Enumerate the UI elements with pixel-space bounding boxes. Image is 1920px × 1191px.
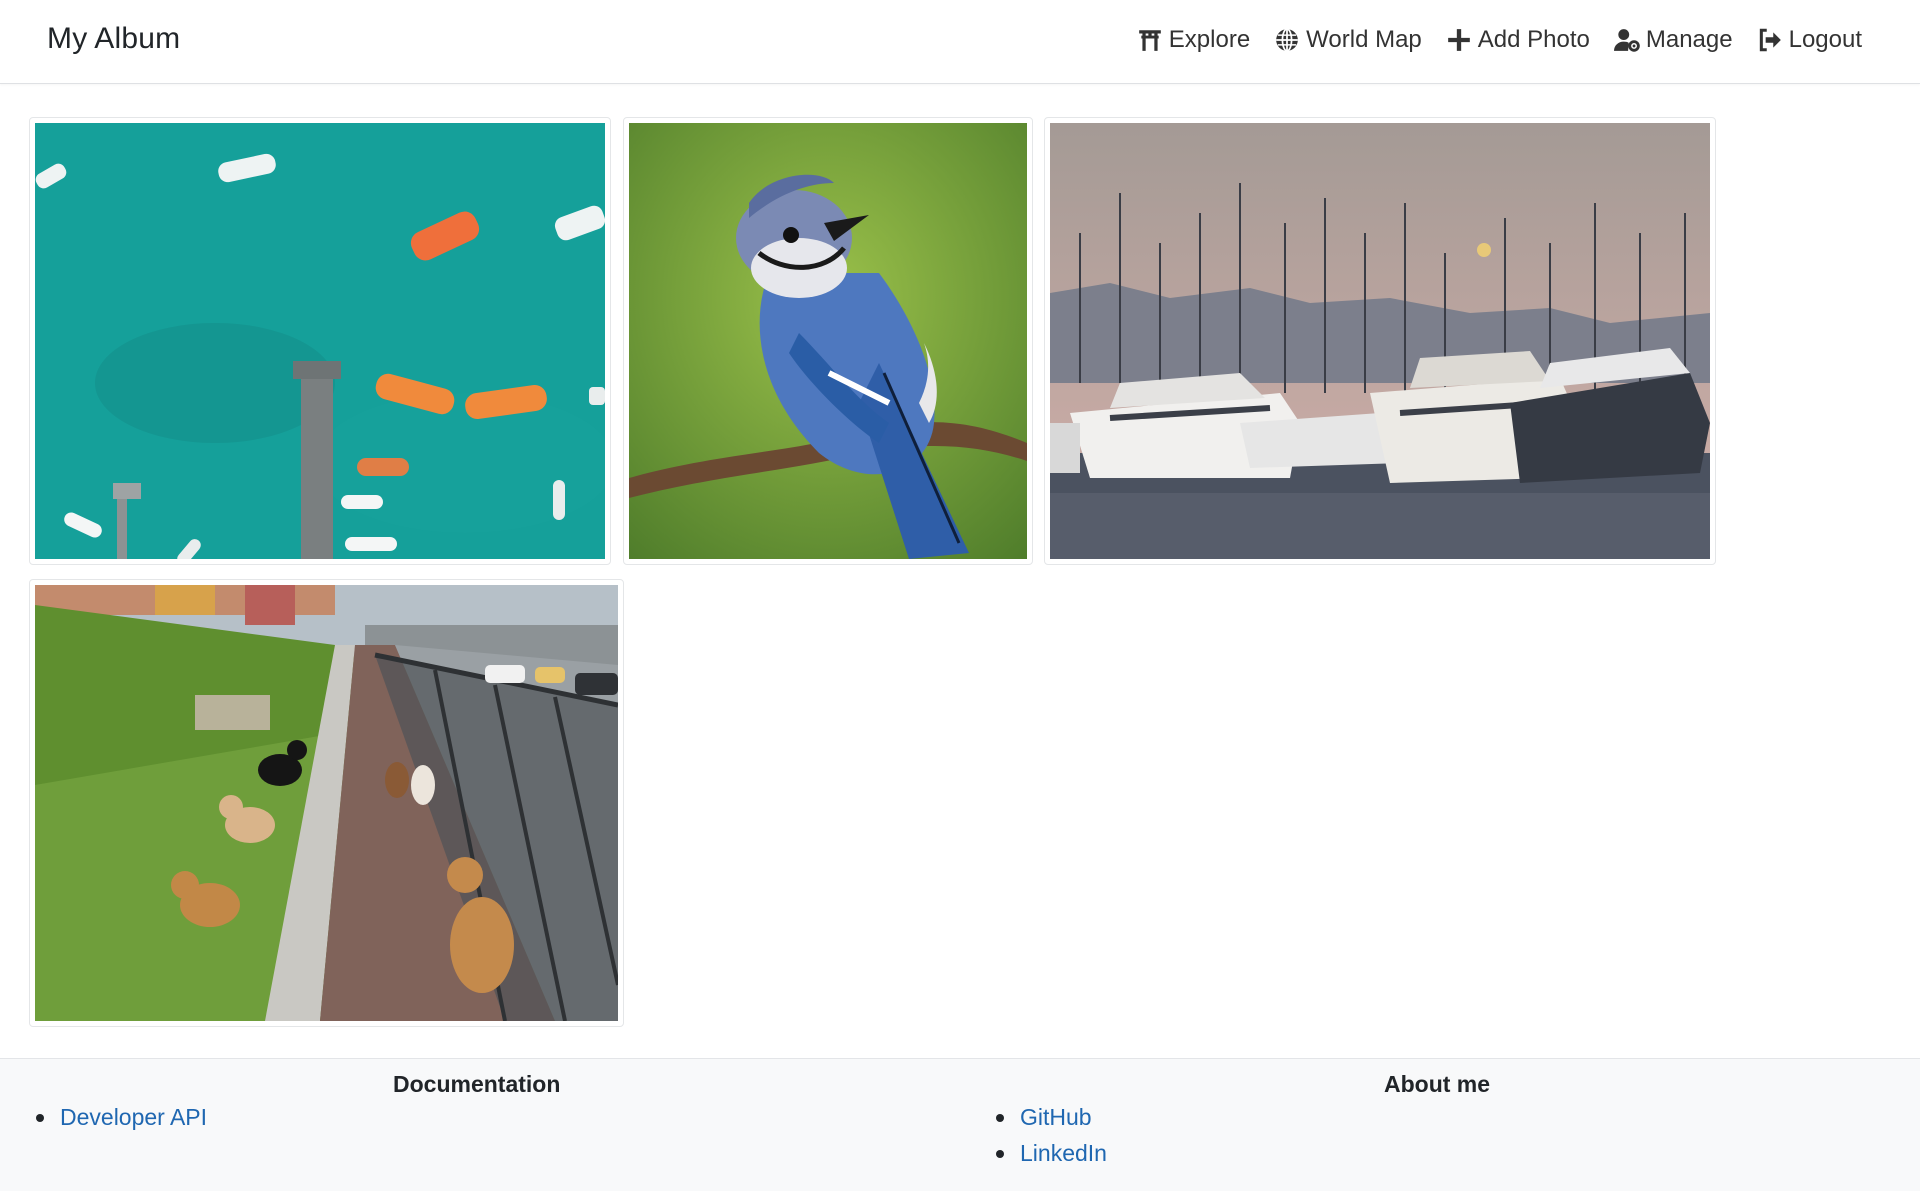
list-item: GitHub — [996, 1099, 1107, 1135]
github-link[interactable]: GitHub — [1020, 1104, 1092, 1130]
nav-logout-link[interactable]: Logout — [1757, 26, 1862, 54]
developer-api-link[interactable]: Developer API — [60, 1104, 207, 1130]
photo-card[interactable] — [29, 579, 624, 1027]
navbar: My Album Explore World Map Add Photo Man… — [0, 0, 1920, 84]
sign-out-icon — [1757, 27, 1783, 53]
nav-add-photo-label: Add Photo — [1477, 26, 1590, 53]
nav-world-map-link[interactable]: World Map — [1274, 26, 1422, 54]
about-link-list: GitHub LinkedIn — [996, 1099, 1107, 1171]
photo-card[interactable] — [1044, 117, 1716, 565]
documentation-link-list: Developer API — [36, 1099, 207, 1135]
brand-link[interactable]: My Album — [47, 22, 180, 56]
nav-add-photo-link[interactable]: Add Photo — [1446, 26, 1590, 54]
globe-icon — [1274, 27, 1300, 53]
list-item: LinkedIn — [996, 1135, 1107, 1171]
list-item: Developer API — [36, 1099, 207, 1135]
nav-explore-label: Explore — [1168, 26, 1251, 53]
photo-thumbnail-marina — [1050, 123, 1710, 559]
photo-thumbnail-bird — [629, 123, 1027, 559]
photo-thumbnail-boats — [35, 123, 605, 559]
linkedin-link[interactable]: LinkedIn — [1020, 1140, 1107, 1166]
about-heading: About me — [1384, 1071, 1491, 1097]
nav-world-map-label: World Map — [1306, 26, 1422, 53]
photo-card[interactable] — [623, 117, 1033, 565]
torii-gate-icon — [1137, 27, 1163, 53]
nav-explore-link[interactable]: Explore — [1137, 26, 1250, 54]
nav-logout-label: Logout — [1788, 26, 1862, 53]
nav-links: Explore World Map Add Photo Manage Logou… — [1113, 26, 1862, 54]
nav-manage-link[interactable]: Manage — [1613, 26, 1733, 54]
photo-card[interactable] — [29, 117, 611, 565]
plus-icon — [1446, 27, 1472, 53]
nav-manage-label: Manage — [1645, 26, 1733, 53]
user-gear-icon — [1613, 27, 1640, 53]
documentation-heading: Documentation — [393, 1071, 561, 1097]
photo-thumbnail-dogs — [35, 585, 618, 1021]
footer: Documentation Developer API About me Git… — [0, 1058, 1920, 1191]
